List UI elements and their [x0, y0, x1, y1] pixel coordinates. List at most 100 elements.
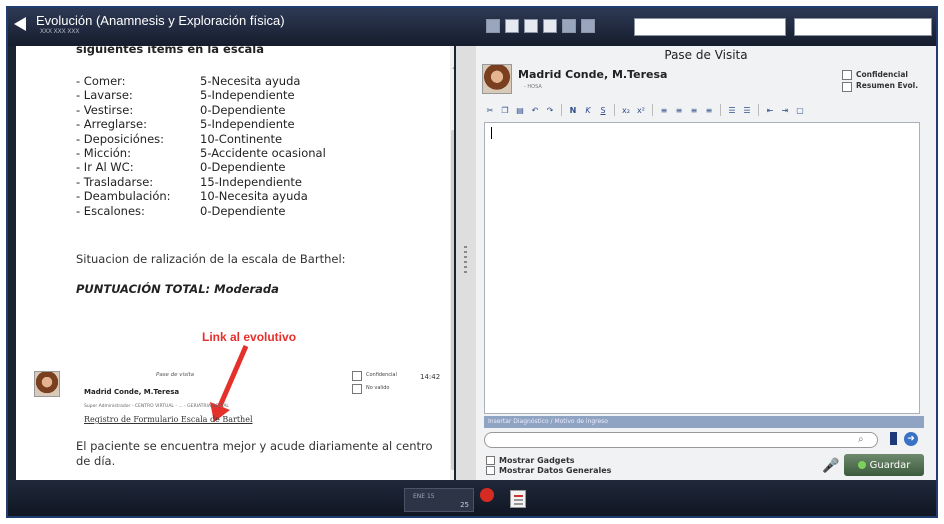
align-left-icon[interactable]: ≡ — [658, 104, 670, 116]
toolbar-icons — [486, 19, 595, 33]
users-icon[interactable] — [562, 19, 576, 33]
confidencial-checkbox[interactable] — [842, 70, 852, 80]
mostrar-datos-checkbox[interactable] — [486, 466, 495, 475]
subscript-icon[interactable]: x₂ — [620, 104, 632, 116]
italic-icon[interactable]: K — [582, 104, 594, 116]
align-center-icon[interactable]: ≡ — [673, 104, 685, 116]
report-icon[interactable] — [510, 490, 526, 508]
scrollbar-thumb[interactable] — [451, 130, 454, 470]
search-field-2[interactable] — [794, 18, 932, 36]
underline-icon[interactable]: S — [597, 104, 609, 116]
divider — [758, 104, 759, 116]
entry-meta: Super Administrador - CENTRO VIRTUAL - .… — [84, 404, 229, 409]
mostrar-gadgets-checkbox[interactable] — [486, 456, 495, 465]
no-valido-checkbox[interactable] — [352, 384, 362, 394]
grip-icon[interactable] — [464, 246, 467, 274]
barthel-form-link[interactable]: Registro de Formulario Escala de Barthel — [84, 415, 253, 424]
undo-icon[interactable]: ↶ — [529, 104, 541, 116]
entry-time: 14:42 — [420, 373, 441, 381]
list-item: - Deposiciónes: 10-Continente — [76, 131, 283, 146]
doctor-name: Madrid Conde, M.Teresa — [518, 68, 668, 81]
save-label: Guardar — [869, 459, 911, 471]
documents-icon[interactable] — [524, 19, 538, 33]
cut-icon[interactable]: ✂ — [484, 104, 496, 116]
search-icon[interactable]: ⌕ — [858, 434, 864, 445]
text-cursor — [491, 127, 492, 139]
resumen-label: Resumen Evol. — [856, 81, 919, 90]
evolution-panel: siguientes ítems en la escala - Comer: 5-… — [16, 46, 454, 480]
panel-splitter[interactable] — [456, 46, 476, 480]
title-bar: Evolución (Anamnesis y Exploración físic… — [8, 8, 936, 46]
list-item: - Arreglarse: 5-Independiente — [76, 117, 295, 132]
page-icon[interactable] — [543, 19, 557, 33]
total-score: PUNTUACIÓN TOTAL: Moderada — [76, 282, 279, 296]
divider — [614, 104, 615, 116]
superscript-icon[interactable]: x² — [635, 104, 647, 116]
avatar — [34, 371, 60, 397]
red-arrow-icon — [210, 345, 249, 422]
doctor-avatar — [482, 64, 512, 94]
panel-title: Pase de Visita — [664, 48, 748, 62]
date-label: ENE 15 — [413, 493, 435, 500]
redo-icon[interactable]: ↷ — [544, 104, 556, 116]
entry-author: Madrid Conde, M.Teresa — [84, 388, 180, 396]
no-valido-label: No valido — [366, 385, 390, 391]
copy-icon[interactable]: ❐ — [499, 104, 511, 116]
confidencial-label: Confidencial — [366, 372, 397, 378]
table-icon[interactable] — [505, 19, 519, 33]
numbered-list-icon[interactable]: ☰ — [726, 104, 738, 116]
confidencial-label: Confidencial — [856, 70, 908, 79]
confidencial-checkbox-small[interactable] — [352, 371, 362, 381]
list-item: - Trasladarse: 15-Independiente — [76, 174, 302, 189]
date-widget[interactable]: ENE 15 25 — [404, 488, 474, 512]
scroll-up-icon[interactable] — [452, 64, 454, 69]
window-subtitle: XXX XXX XXX — [40, 29, 80, 35]
back-arrow-icon[interactable] — [14, 17, 26, 31]
evolution-text: El paciente se encuentra mejor y acude d… — [76, 439, 433, 468]
grid-icon[interactable] — [486, 19, 500, 33]
list-item: - Deambulación: 10-Necesita ayuda — [76, 189, 308, 204]
date-number: 25 — [460, 501, 469, 509]
mostrar-gadgets-row: Mostrar Gadgets — [486, 456, 575, 465]
list-item: - Ir Al WC: 0-Dependiente — [76, 160, 286, 175]
visit-text-editor[interactable] — [484, 122, 920, 414]
source-icon[interactable]: ▢ — [794, 104, 806, 116]
list-item: - Escalones: 0-Dependiente — [76, 203, 286, 218]
bullet-list-icon[interactable]: ☰ — [741, 104, 753, 116]
outdent-icon[interactable]: ⇤ — [764, 104, 776, 116]
editor-toolbar: ✂ ❐ ▤ ↶ ↷ N K S x₂ x² ≡ ≡ ≡ ≡ ☰ ☰ ⇤ ⇥ ▢ — [484, 102, 924, 118]
save-icon — [857, 461, 866, 469]
indent-icon[interactable]: ⇥ — [779, 104, 791, 116]
barthel-items: - Comer: 5-Necesita ayuda - Lavarse: 5-Ind… — [76, 74, 326, 218]
microphone-icon[interactable]: 🎤 — [822, 458, 839, 474]
bookmark-icon[interactable] — [890, 432, 897, 445]
paste-icon[interactable]: ▤ — [514, 104, 526, 116]
justify-icon[interactable]: ≡ — [703, 104, 715, 116]
bold-icon[interactable]: N — [567, 104, 579, 116]
divider — [720, 104, 721, 116]
doctor-unit: - HOSA — [524, 84, 542, 90]
mostrar-datos-row: Mostrar Datos Generales — [486, 466, 611, 475]
visit-panel: Pase de Visita Madrid Conde, M.Teresa - … — [476, 46, 936, 480]
add-icon[interactable]: ➜ — [904, 432, 918, 446]
align-right-icon[interactable]: ≡ — [688, 104, 700, 116]
book-icon[interactable] — [581, 19, 595, 33]
situation-text: Situacion de ralización de la escala de … — [76, 252, 346, 266]
save-button[interactable]: Guardar — [844, 454, 924, 476]
mostrar-gadgets-label: Mostrar Gadgets — [499, 456, 575, 465]
diagnosis-input[interactable] — [484, 432, 878, 448]
window-title: Evolución (Anamnesis y Exploración físic… — [36, 13, 285, 28]
search-field-1[interactable] — [634, 18, 786, 36]
alarm-icon[interactable] — [480, 488, 494, 502]
list-item: - Vestirse: 0-Dependiente — [76, 102, 286, 117]
app-window: Evolución (Anamnesis y Exploración físic… — [6, 6, 938, 518]
divider — [561, 104, 562, 116]
entry-type: Pase de visita — [156, 372, 195, 378]
diagnosis-bar[interactable]: Insertar Diagnóstico / Motivo de ingreso — [484, 416, 924, 428]
list-item: - Lavarse: 5-Independiente — [76, 88, 295, 103]
list-item: - Comer: 5-Necesita ayuda — [76, 74, 301, 88]
scale-heading: siguientes ítems en la escala — [76, 46, 264, 56]
list-item: - Micción: 5-Accidente ocasional — [76, 146, 326, 161]
bottom-bar: ENE 15 25 — [8, 480, 936, 516]
resumen-checkbox[interactable] — [842, 82, 852, 92]
